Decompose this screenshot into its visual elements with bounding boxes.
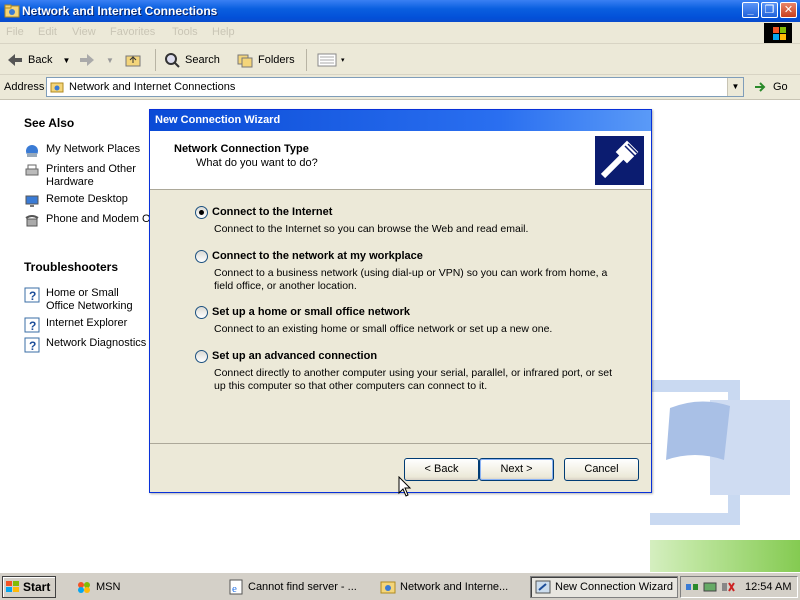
network-places-icon xyxy=(26,145,38,157)
svg-text:?: ? xyxy=(29,319,36,333)
left-task-pane: See Also My Network Places Printers and … xyxy=(0,101,150,572)
radio-home-network[interactable] xyxy=(195,306,208,319)
radio-connect-internet[interactable] xyxy=(195,206,208,219)
cancel-button[interactable]: Cancel xyxy=(564,458,639,481)
radio-connect-workplace[interactable] xyxy=(195,250,208,263)
see-also-item-printers[interactable]: Printers and Other Hardware xyxy=(24,163,150,189)
troubleshooters-heading: Troubleshooters xyxy=(24,260,119,274)
mouse-cursor-icon xyxy=(398,476,412,497)
task-msn[interactable]: MSN xyxy=(72,576,182,598)
menu-tools[interactable]: Tools xyxy=(172,26,198,38)
menu-favorites[interactable]: Favorites xyxy=(110,26,155,38)
up-folder-button[interactable] xyxy=(124,50,142,70)
forward-button[interactable]: ▼ xyxy=(78,50,114,70)
msn-butterfly-icon xyxy=(78,582,90,593)
phone-icon xyxy=(25,215,39,227)
see-also-item-remote-desktop[interactable]: Remote Desktop xyxy=(24,193,150,209)
window-title: Network and Internet Connections xyxy=(22,4,218,18)
see-also-item-my-network-places[interactable]: My Network Places xyxy=(24,143,150,159)
wizard-header-title: Network Connection Type xyxy=(174,143,309,155)
help-icon: ? xyxy=(24,337,40,353)
restore-button[interactable]: ❐ xyxy=(761,2,778,18)
search-button[interactable]: Search xyxy=(163,50,220,70)
troubleshooter-item-home-network[interactable]: ? Home or Small Office Networking xyxy=(24,287,150,313)
folders-icon xyxy=(237,54,253,68)
toolbar-separator xyxy=(306,49,307,71)
address-input[interactable]: Network and Internet Connections ▼ xyxy=(46,77,744,97)
help-icon: ? xyxy=(24,317,40,333)
wizard-separator xyxy=(150,443,651,444)
svg-text:?: ? xyxy=(29,339,36,353)
start-button[interactable]: Start xyxy=(2,576,56,598)
windows-logo-icon xyxy=(764,23,792,43)
forward-arrow-icon xyxy=(80,54,94,66)
task-new-connection-wizard[interactable]: New Connection Wizard xyxy=(530,576,678,598)
troubleshooter-item-network-diagnostics[interactable]: ? Network Diagnostics xyxy=(24,337,150,353)
address-dropdown-button[interactable]: ▼ xyxy=(727,78,743,96)
network-tray-icon[interactable] xyxy=(721,580,735,594)
taskbar: Start MSN e Cannot find server - ... Net… xyxy=(0,572,800,600)
task-network-connections[interactable]: Network and Interne... xyxy=(376,576,526,598)
help-icon: ? xyxy=(24,287,40,303)
network-cable-icon xyxy=(595,136,644,185)
next-button[interactable]: Next > xyxy=(479,458,554,481)
network-tray-icon[interactable] xyxy=(703,580,717,594)
menu-file[interactable]: File xyxy=(6,26,24,38)
windows-flag-watermark-icon xyxy=(650,380,800,572)
system-tray: 12:54 AM xyxy=(680,576,798,598)
minimize-button[interactable]: _ xyxy=(742,2,759,18)
new-connection-wizard-dialog: New Connection Wizard Network Connection… xyxy=(149,109,652,493)
radio-advanced-connection[interactable] xyxy=(195,350,208,363)
address-bar: Address Network and Internet Connections… xyxy=(0,75,800,100)
views-button[interactable]: ▾ xyxy=(315,50,345,70)
up-folder-icon xyxy=(125,55,141,67)
go-button[interactable]: Go xyxy=(752,79,788,95)
folders-button[interactable]: Folders xyxy=(236,50,295,70)
background-decoration xyxy=(650,100,800,572)
svg-text:e: e xyxy=(232,583,237,595)
network-folder-icon xyxy=(380,581,396,594)
troubleshooter-item-internet-explorer[interactable]: ? Internet Explorer xyxy=(24,317,150,333)
address-value: Network and Internet Connections xyxy=(69,81,236,93)
menu-bar: File Edit View Favorites Tools Help xyxy=(0,22,800,44)
wizard-title: New Connection Wizard xyxy=(155,114,281,126)
network-folder-icon xyxy=(50,82,64,93)
toolbar-separator xyxy=(155,49,156,71)
wizard-header-subtitle: What do you want to do? xyxy=(196,157,318,169)
address-label: Address xyxy=(4,81,45,93)
wizard-icon xyxy=(535,580,551,594)
go-arrow-icon xyxy=(755,82,766,92)
toolbar: Back ▼ ▼ Search Folders ▾ xyxy=(0,44,800,75)
chevron-down-icon: ▼ xyxy=(731,82,740,91)
network-folder-icon xyxy=(4,4,20,18)
chevron-down-icon[interactable]: ▾ xyxy=(341,56,345,64)
see-also-heading: See Also xyxy=(24,116,75,130)
printer-icon xyxy=(25,164,39,176)
ie-page-icon: e xyxy=(229,579,243,595)
menu-edit[interactable]: Edit xyxy=(38,26,57,38)
chevron-down-icon[interactable]: ▼ xyxy=(106,56,114,65)
wizard-header: Network Connection Type What do you want… xyxy=(150,131,651,190)
back-button[interactable]: < Back xyxy=(404,458,479,481)
views-icon xyxy=(317,53,337,67)
task-cannot-find-server[interactable]: e Cannot find server - ... xyxy=(224,576,372,598)
chevron-down-icon[interactable]: ▼ xyxy=(62,56,70,65)
see-also-item-phone-modem[interactable]: Phone and Modem Op xyxy=(24,213,150,229)
back-button[interactable]: Back ▼ xyxy=(6,50,70,70)
title-bar[interactable]: Network and Internet Connections _ ❐ ✕ xyxy=(0,0,800,22)
clock[interactable]: 12:54 AM xyxy=(745,581,791,593)
network-tray-icon[interactable] xyxy=(685,580,699,594)
wizard-title-bar[interactable]: New Connection Wizard xyxy=(150,110,651,131)
remote-desktop-icon xyxy=(25,195,39,207)
windows-logo-icon xyxy=(6,581,19,592)
search-icon xyxy=(165,53,180,68)
back-arrow-icon xyxy=(8,54,22,66)
menu-help[interactable]: Help xyxy=(212,26,235,38)
close-button[interactable]: ✕ xyxy=(780,2,797,18)
menu-view[interactable]: View xyxy=(72,26,96,38)
svg-text:?: ? xyxy=(29,289,36,303)
